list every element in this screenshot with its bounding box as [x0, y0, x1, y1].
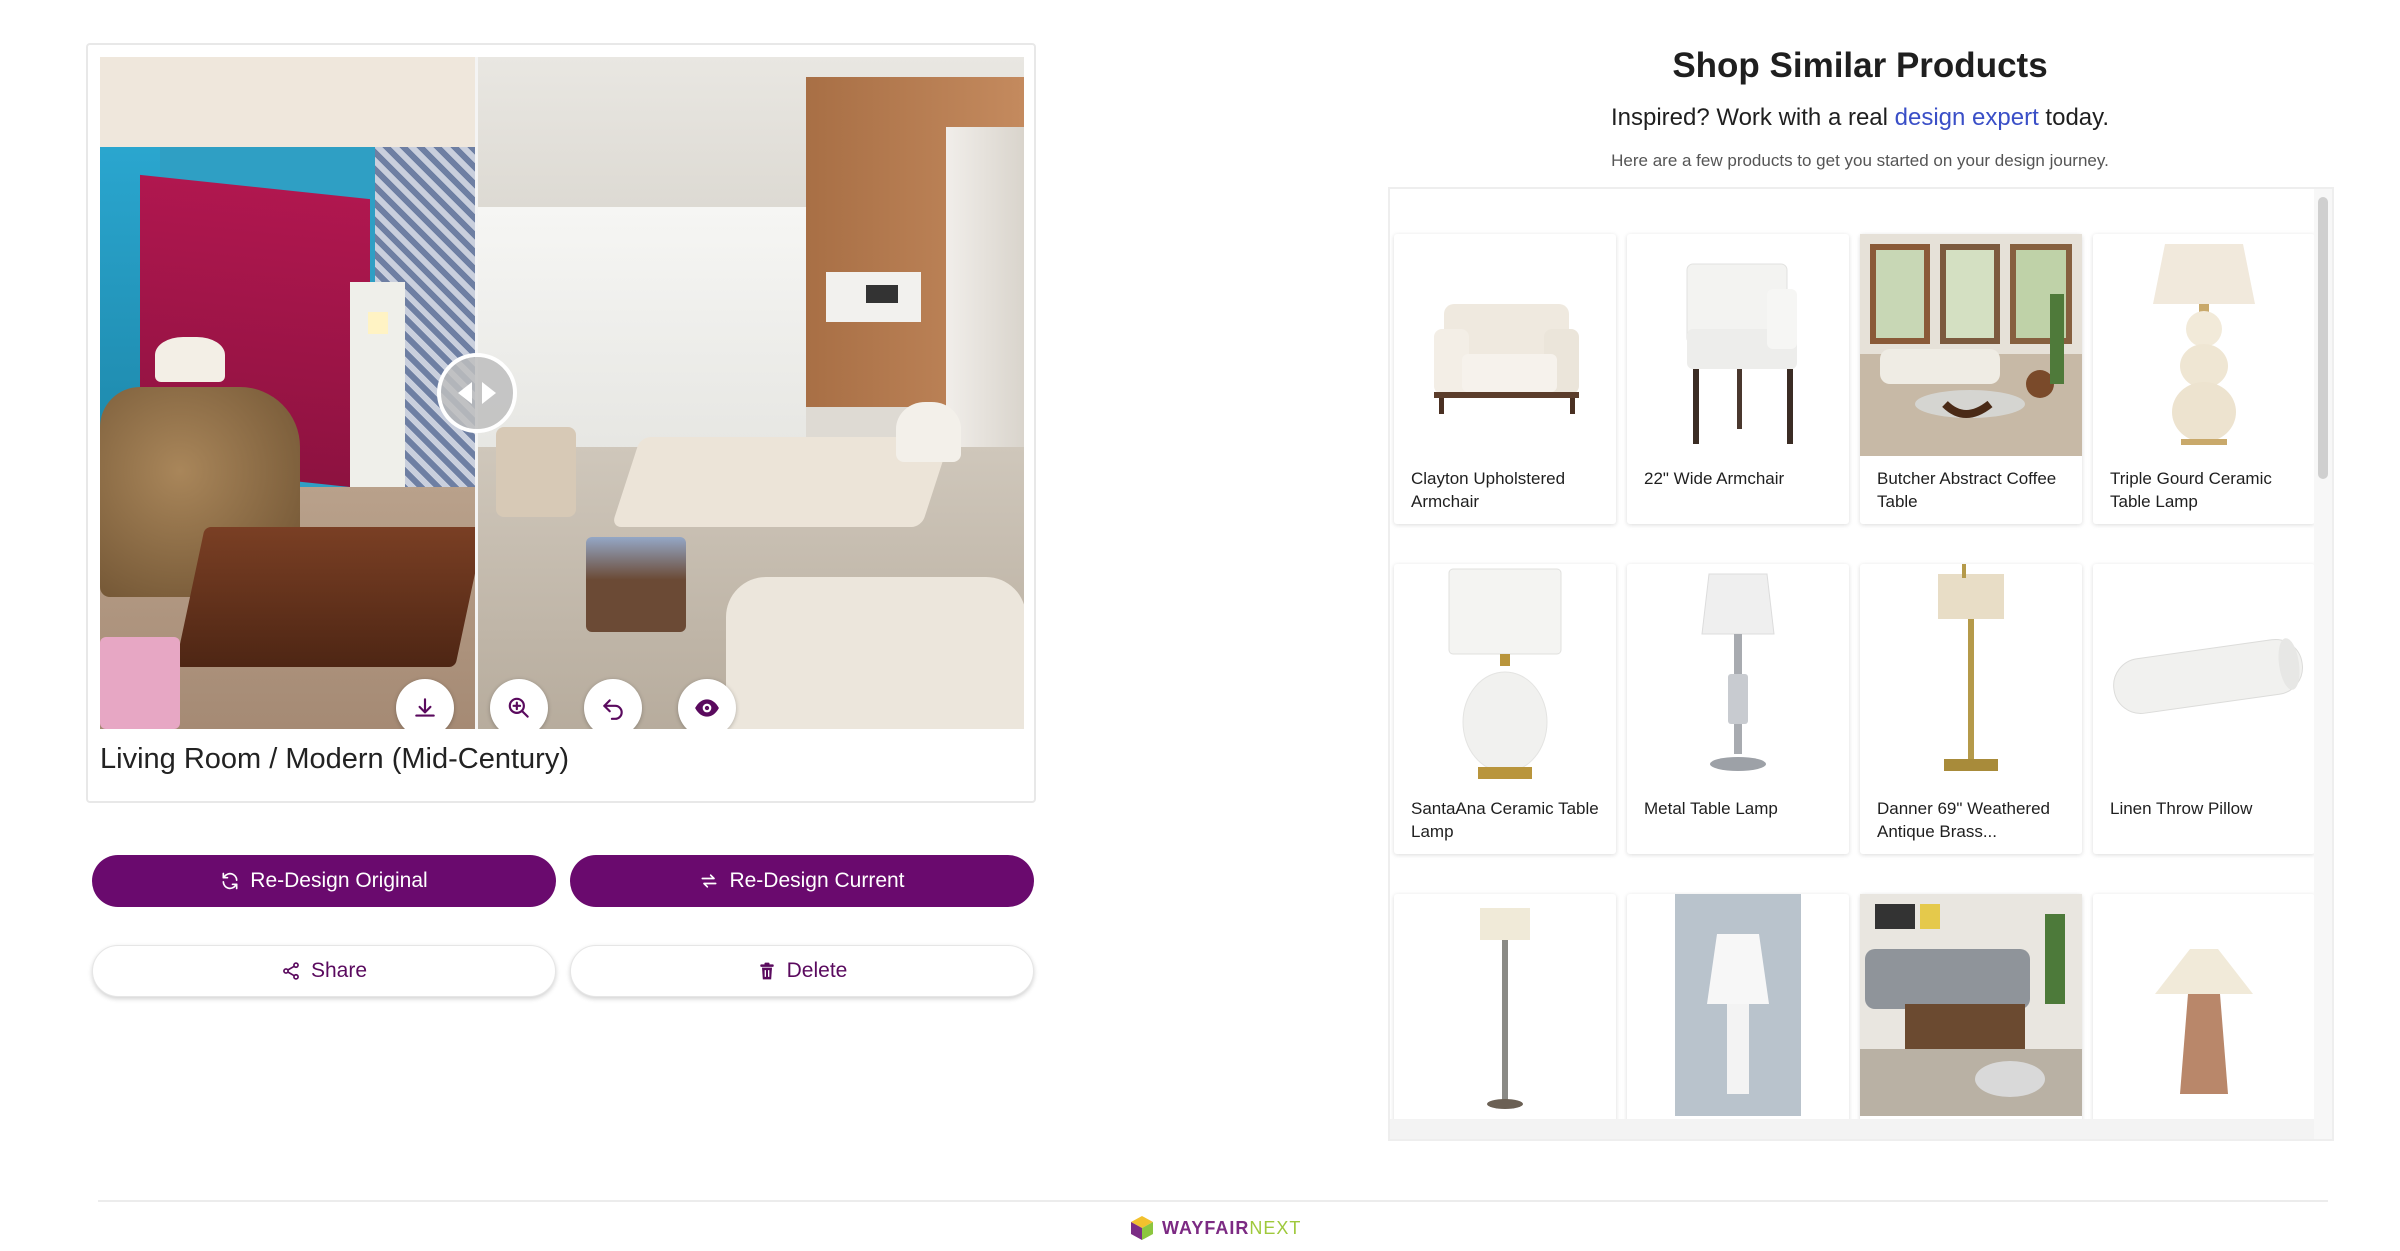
product-image [1394, 564, 1616, 786]
product-card[interactable]: Linen Throw Pillow [2093, 564, 2315, 854]
product-name: Clayton Upholstered Armchair [1411, 469, 1566, 511]
redesign-original-button[interactable]: Re-Design Original [92, 855, 556, 907]
original-photo [100, 57, 476, 729]
redesign-current-button[interactable]: Re-Design Current [570, 855, 1034, 907]
swap-arrows-icon [701, 874, 717, 888]
shop-title: Shop Similar Products [1672, 46, 2048, 85]
product-name: Triple Gourd Ceramic Table Lamp [2110, 469, 2272, 511]
subtitle-pre: Inspired? Work with a real [1610, 104, 1888, 131]
zoom-button[interactable] [490, 679, 548, 729]
redesign-original-label: Re-Design Original [250, 869, 428, 892]
brand-wayfair: WAYFAIR [1162, 1217, 1250, 1238]
product-image [2093, 234, 2315, 456]
comparison-slider-handle[interactable] [437, 353, 517, 433]
footer-divider [98, 1200, 2328, 1202]
product-image [1860, 894, 2082, 1116]
undo-icon [603, 699, 623, 720]
product-card[interactable]: Triple Gourd Ceramic Table Lamp [2093, 234, 2315, 524]
delete-label: Delete [786, 959, 848, 982]
subtitle-post: today. [2045, 104, 2110, 131]
refresh-icon [222, 872, 238, 890]
product-image [1627, 564, 1849, 786]
scrollbar-thumb[interactable] [2318, 197, 2328, 479]
product-name: Butcher Abstract Coffee Table [1877, 469, 2057, 511]
share-icon [283, 962, 299, 980]
before-after-viewer[interactable] [100, 57, 1024, 729]
product-name: SantaAna Ceramic Table Lamp [1411, 799, 1599, 841]
design-card: Living Room / Modern (Mid-Century) [86, 43, 1036, 803]
product-card[interactable]: Metal Table Lamp [1627, 564, 1849, 854]
product-card[interactable] [1860, 894, 2082, 1139]
delete-button[interactable]: Delete [570, 945, 1034, 997]
brand-name: WAYFAIRNEXT [1162, 1218, 1301, 1239]
product-card[interactable]: Clayton Upholstered Armchair [1394, 234, 1616, 524]
redesign-current-label: Re-Design Current [729, 869, 905, 892]
product-card[interactable]: SantaAna Ceramic Table Lamp [1394, 564, 1616, 854]
share-button[interactable]: Share [92, 945, 556, 997]
eye-icon [695, 699, 719, 717]
zoom-in-icon [508, 697, 529, 718]
product-card[interactable] [1394, 894, 1616, 1139]
footer-logo[interactable]: WAYFAIRNEXT [1128, 1214, 1301, 1242]
room-style-caption: Living Room / Modern (Mid-Century) [100, 743, 569, 775]
product-image [1627, 234, 1849, 456]
product-name: 22" Wide Armchair [1644, 469, 1785, 488]
redesigned-photo [476, 57, 1024, 729]
download-button[interactable] [396, 679, 454, 729]
product-card[interactable] [2093, 894, 2315, 1139]
product-card[interactable]: 22" Wide Armchair [1627, 234, 1849, 524]
grid-bottom-edge [1390, 1119, 2318, 1139]
product-grid[interactable]: Clayton Upholstered Armchair 22" Wide Ar… [1388, 187, 2334, 1141]
share-label: Share [310, 959, 368, 982]
product-image [2093, 564, 2315, 786]
arrows-left-right-icon [458, 382, 496, 404]
wayfair-cube-icon [1131, 1216, 1153, 1240]
download-icon [415, 698, 435, 717]
undo-button[interactable] [584, 679, 642, 729]
product-image [1860, 234, 2082, 456]
product-name: Metal Table Lamp [1644, 799, 1778, 818]
product-card[interactable]: Butcher Abstract Coffee Table [1860, 234, 2082, 524]
product-card[interactable]: Danner 69" Weathered Antique Brass... [1860, 564, 2082, 854]
design-expert-link[interactable]: design expert [1895, 104, 2039, 131]
product-name: Danner 69" Weathered Antique Brass... [1877, 799, 2050, 841]
product-image [2093, 894, 2315, 1116]
product-image [1394, 894, 1616, 1116]
product-grid-scrollbar[interactable] [2314, 189, 2332, 1139]
preview-button[interactable] [678, 679, 736, 729]
shop-note: Here are a few products to get you start… [1611, 151, 2109, 170]
product-image [1394, 234, 1616, 456]
trash-icon [759, 962, 774, 980]
product-card[interactable] [1627, 894, 1849, 1139]
product-image [1860, 564, 2082, 786]
product-image [1627, 894, 1849, 1116]
shop-subtitle: Inspired? Work with a real design expert… [1390, 104, 2330, 132]
product-name: Linen Throw Pillow [2110, 799, 2253, 818]
brand-next: NEXT [1249, 1217, 1302, 1238]
